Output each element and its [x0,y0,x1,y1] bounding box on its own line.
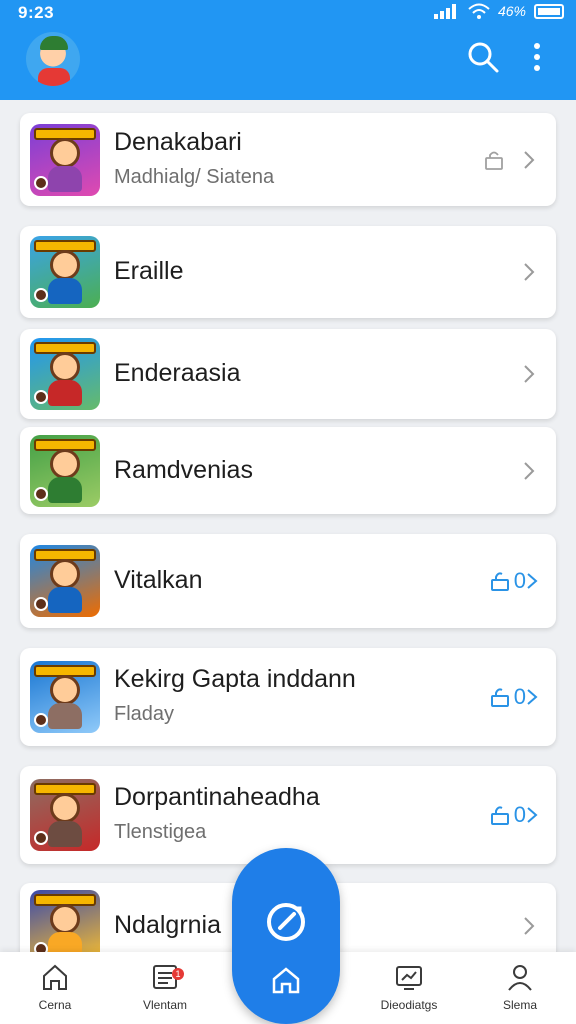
list-item-subtitle: Tlenstigea [114,821,207,843]
list-item[interactable]: Enderaasia [20,329,556,419]
list-item-title: Dorpantinaheadha [114,783,320,811]
avatar[interactable] [26,32,80,86]
list-item-title: Enderaasia [114,359,241,387]
list-item[interactable]: Vitalkan 0 [20,534,556,628]
nav-item-cerna[interactable]: Cerna [10,962,100,1012]
chevron-right-icon [527,689,538,705]
thumb-character [50,138,80,168]
notification-badge: 1 [172,968,184,980]
nav-label: Cerna [38,998,72,1012]
list-item-title: Vitalkan [114,566,203,594]
list-item[interactable]: Ramdvenias [20,427,556,514]
list-item-subtitle: Fladay [114,703,175,725]
signal-icon [433,4,456,19]
game-thumbnail [30,236,100,308]
list-item-title: Denakabari [114,128,242,156]
game-thumbnail [30,124,100,196]
profile-icon [508,965,532,991]
thumb-character [50,352,80,382]
unlock-action[interactable]: 0 [490,568,538,594]
thumb-badge [34,597,48,611]
chevron-right-icon[interactable] [522,459,536,483]
game-thumbnail [30,435,100,507]
chevron-right-icon[interactable] [522,914,536,938]
list-item-title: Ndalgrnia [114,911,222,939]
chevron-right-icon [527,573,538,589]
unlock-action[interactable]: 0 [490,684,538,710]
lock-icon[interactable] [484,149,504,171]
thumb-character [50,793,80,823]
thumb-badge [34,176,48,190]
more-vertical-icon[interactable] [522,40,552,74]
action-count: 0 [513,802,526,827]
chart-icon [396,966,422,990]
nav-item-dieodiatgs[interactable]: Dieodiatgs [364,962,454,1012]
thumb-character [50,904,80,934]
wifi-icon [468,3,490,19]
thumb-badge [34,831,48,845]
nav-label: Vlentam [142,998,188,1012]
game-thumbnail [30,779,100,851]
thumb-badge [34,713,48,727]
thumb-badge [34,487,48,501]
unlock-action[interactable]: 0 [490,802,538,828]
list-item[interactable]: Madhialg/ Siatena Denakabari [20,113,556,206]
chevron-right-icon [527,807,538,823]
nav-item-slema[interactable]: Slema [475,962,565,1012]
nav-label: Slema [502,998,537,1012]
chevron-right-icon[interactable] [522,362,536,386]
chevron-right-icon[interactable] [522,260,536,284]
status-time: 9:23 [18,3,55,22]
thumb-character [50,250,80,280]
battery-icon [534,3,564,19]
battery-text: 46% [497,3,526,19]
search-icon[interactable] [466,40,500,74]
action-count: 0 [513,684,526,709]
thumb-badge [34,288,48,302]
home-icon [43,964,67,990]
unlock-icon [490,572,509,591]
thumb-badge [34,390,48,404]
nav-label: Dieodiatgs [380,998,438,1012]
floating-action-button[interactable] [232,848,340,1024]
list-item-subtitle: Madhialg/ Siatena [114,166,275,188]
game-thumbnail [30,661,100,733]
list-item[interactable]: Eraille [20,226,556,318]
thumb-character [50,449,80,479]
list-item-title: Kekirg Gapta inddann [114,665,356,693]
list-item-title: Ramdvenias [114,456,253,484]
status-bar: 9:23 46% [0,0,576,28]
nav-item-vlentam[interactable]: 1 Vlentam [120,962,210,1012]
status-icons: 46% [433,3,564,19]
compass-icon [267,903,305,941]
unlock-icon [490,688,509,707]
thumb-character [50,675,80,705]
avatar-body [38,68,70,86]
home-icon [272,967,300,994]
action-count: 0 [513,568,526,593]
avatar-hat [40,36,68,50]
chevron-right-icon[interactable] [522,148,536,172]
list-item-title: Eraille [114,257,184,285]
list-item[interactable]: Fladay Kekirg Gapta inddann 0 [20,648,556,746]
game-thumbnail [30,338,100,410]
thumb-character [50,559,80,589]
game-thumbnail [30,545,100,617]
unlock-icon [490,806,509,825]
